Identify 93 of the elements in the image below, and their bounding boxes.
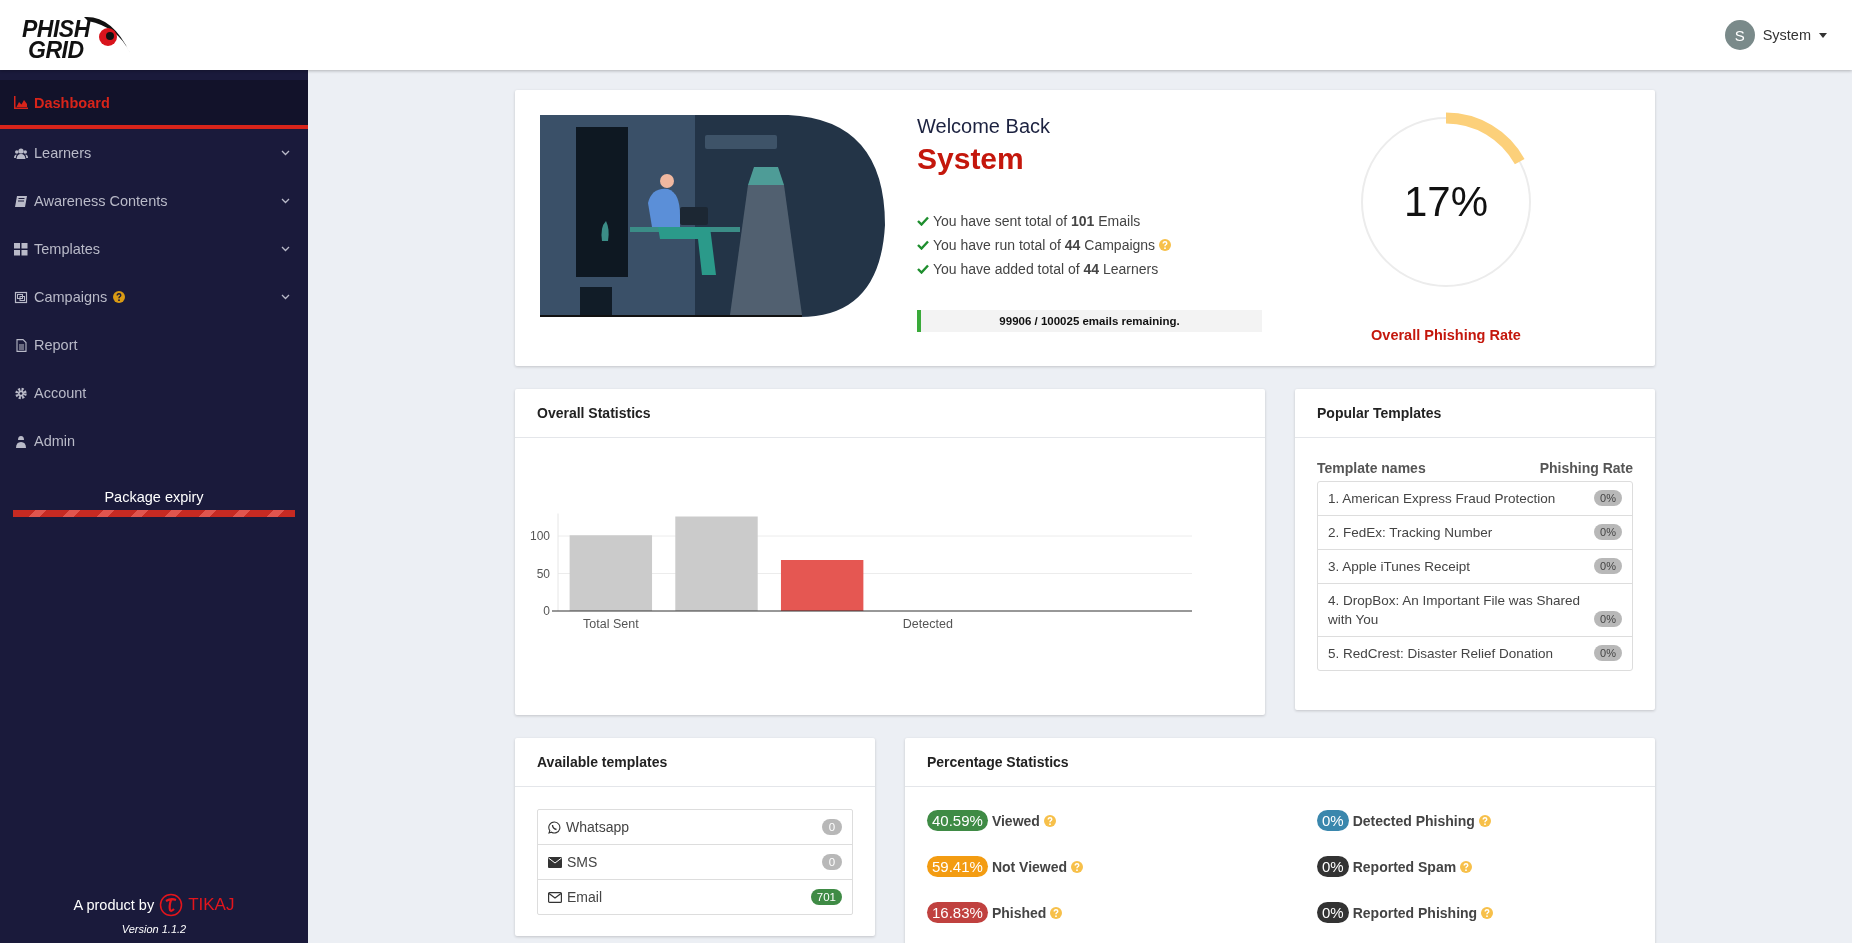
percentage-badge: 0% (1317, 810, 1349, 831)
package-expiry-label: Package expiry (104, 489, 204, 505)
help-icon (1460, 860, 1473, 873)
percentage-badge: 0% (1317, 902, 1349, 923)
caret-icon (1819, 32, 1827, 38)
count-badge: 701 (810, 889, 842, 905)
fact-text: You have run total of 44 Campaigns (933, 237, 1156, 253)
help-icon (1481, 906, 1494, 919)
document-icon (14, 338, 28, 352)
count-badge: 0 (822, 819, 842, 835)
template-type-label: Email (567, 889, 602, 905)
template-name: 5. RedCrest: Disaster Relief Donation (1328, 645, 1554, 663)
sidebar-item[interactable]: Admin (0, 417, 308, 465)
template-name: 3. Apple iTunes Receipt (1328, 558, 1471, 576)
template-type-row[interactable]: Whatsapp 0 (538, 810, 852, 844)
product-by-text: A product by (73, 897, 155, 913)
stat-label: Phished (991, 904, 1047, 921)
template-type-row[interactable]: Email 701 (538, 879, 852, 914)
sidebar-item[interactable]: Learners (0, 129, 308, 177)
gear-icon (14, 386, 28, 400)
chat-phone-icon (548, 820, 561, 834)
percentage-badge: 0% (1317, 856, 1349, 877)
sidebar-item[interactable]: Templates (0, 225, 308, 273)
percentage-badge: 59.41% (927, 856, 988, 877)
sidebar-item[interactable]: Report (0, 321, 308, 369)
sidebar-item[interactable]: Dashboard (0, 80, 308, 129)
template-name: 1. American Express Fraud Protection (1328, 490, 1556, 508)
sidebar-item[interactable]: Campaigns (0, 273, 308, 321)
template-name: 4. DropBox: An Important File was Shared with You (1328, 592, 1582, 629)
card-title: Available templates (537, 754, 668, 770)
template-row[interactable]: 3. Apple iTunes Receipt 0% (1318, 549, 1632, 583)
brand-name: TIKAJ (188, 895, 235, 915)
version-text: Version 1.1.2 (121, 923, 187, 935)
rate-badge: 0% (1594, 645, 1622, 661)
avatar: S (1724, 20, 1755, 50)
help-icon (1050, 906, 1063, 919)
chart-icon (14, 96, 28, 109)
y-tick-label: 100 (529, 529, 550, 543)
x-axis-label: Total Sent (583, 617, 639, 631)
template-type-label: Whatsapp (566, 819, 630, 835)
stat-label: Reported Phishing (1352, 904, 1478, 921)
brand-logo-icon (159, 893, 184, 917)
user-menu[interactable]: S System (1724, 20, 1827, 50)
card-title: Popular Templates (1317, 405, 1442, 421)
user-name-heading: System (917, 142, 1025, 176)
sidebar-item[interactable]: Awareness Contents (0, 177, 308, 225)
count-badge: 0 (822, 854, 842, 870)
user-icon (14, 434, 28, 448)
template-row[interactable]: 2. FedEx: Tracking Number 0% (1318, 515, 1632, 549)
rate-badge: 0% (1594, 524, 1622, 540)
envelope-icon (548, 891, 562, 903)
template-row[interactable]: 5. RedCrest: Disaster Relief Donation 0% (1318, 636, 1632, 670)
x-axis-label: Detected (902, 617, 953, 631)
y-tick-label: 50 (536, 566, 550, 581)
rate-badge: 0% (1594, 558, 1622, 574)
fact-text: You have sent total of 101 Emails (933, 213, 1141, 229)
users-icon (14, 146, 28, 160)
quota-text: 99906 / 100025 emails remaining. (999, 315, 1180, 327)
template-type-label: SMS (567, 854, 598, 870)
grid-icon (14, 242, 28, 256)
rate-value: 17% (1402, 178, 1490, 226)
check-icon (917, 264, 929, 274)
check-icon (917, 240, 929, 250)
help-icon (1478, 814, 1491, 827)
envelope-icon (548, 856, 562, 868)
card-title: Percentage Statistics (927, 754, 1069, 770)
template-row[interactable]: 1. American Express Fraud Protection 0% (1318, 482, 1632, 515)
help-icon (1043, 814, 1056, 827)
stat-label: Not Viewed (991, 858, 1068, 875)
rate-badge: 0% (1594, 611, 1622, 627)
rate-badge: 0% (1594, 490, 1622, 506)
y-tick-label: 0 (543, 604, 550, 618)
template-row[interactable]: 4. DropBox: An Important File was Shared with You 0% (1318, 583, 1632, 636)
percentage-badge: 40.59% (927, 810, 988, 831)
help-icon (1071, 860, 1084, 873)
frame-icon (14, 290, 28, 304)
template-name: 2. FedEx: Tracking Number (1328, 524, 1493, 542)
column-header: Phishing Rate (1539, 460, 1633, 476)
logo-text: PHISH (22, 19, 90, 40)
card-title: Overall Statistics (537, 405, 651, 421)
stat-label: Detected Phishing (1352, 812, 1475, 829)
percentage-badge: 16.83% (927, 902, 988, 923)
sidebar-item[interactable]: Account (0, 369, 308, 417)
stat-label: Viewed (991, 812, 1040, 829)
logo-text: GRID (28, 40, 85, 61)
fact-text: You have added total of 44 Learners (933, 261, 1159, 277)
template-type-row[interactable]: SMS 0 (538, 844, 852, 879)
check-icon (917, 216, 929, 226)
greeting-text: Welcome Back (917, 115, 1051, 138)
rate-label: Overall Phishing Rate (1371, 327, 1521, 343)
column-header: Template names (1317, 460, 1426, 476)
stat-label: Reported Spam (1352, 858, 1457, 875)
book-icon (14, 194, 28, 208)
